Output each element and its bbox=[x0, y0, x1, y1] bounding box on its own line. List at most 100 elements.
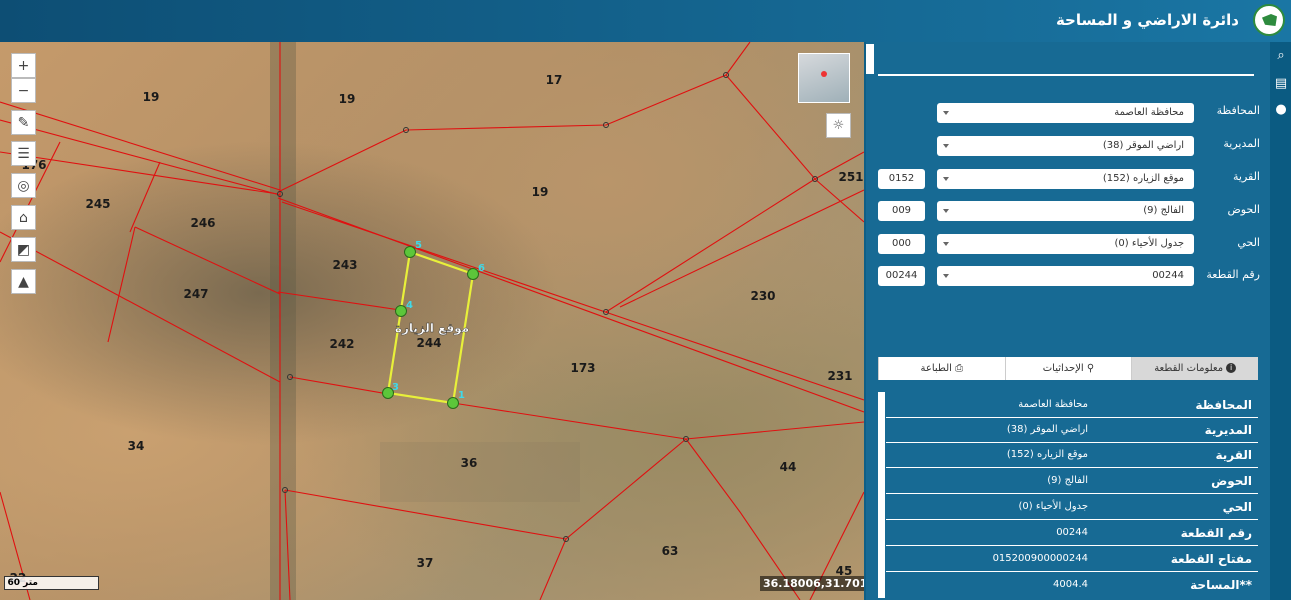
field-label-basin: الحوض bbox=[1227, 203, 1261, 216]
panel-divider bbox=[878, 74, 1254, 76]
parcel-number: 247 bbox=[183, 287, 208, 301]
info-key: رقم القطعة bbox=[1180, 526, 1252, 540]
overview-minimap[interactable] bbox=[798, 53, 850, 103]
info-row: رقم القطعة 00244 bbox=[886, 521, 1258, 546]
map-view[interactable]: 5 6 4 3 1 موقع الزيارة 19 19 17 176 245 … bbox=[0, 42, 864, 600]
neighborhood-select[interactable]: جدول الأحياء (0) bbox=[937, 234, 1194, 254]
directorate-select[interactable]: اراضي الموقر (38) bbox=[937, 136, 1194, 156]
parcel-number: 243 bbox=[332, 258, 357, 272]
pin-icon: ⚲ bbox=[1083, 363, 1095, 374]
info-value: الفالج (9) bbox=[1047, 475, 1088, 486]
draw-button[interactable]: ✎ bbox=[11, 110, 36, 135]
info-key: الحي bbox=[1222, 500, 1252, 514]
scale-bar: 60 متر bbox=[4, 576, 99, 590]
info-value: محافظة العاصمة bbox=[1018, 399, 1088, 410]
location-pin-icon[interactable]: ● bbox=[1273, 102, 1289, 118]
panel-scrollbar[interactable] bbox=[866, 44, 874, 74]
tab-coordinates[interactable]: ⚲ الإحداثيات bbox=[1004, 357, 1132, 380]
logo-icon bbox=[1253, 4, 1285, 36]
home-button[interactable]: ⌂ bbox=[11, 205, 36, 230]
parcel-number: 63 bbox=[662, 544, 679, 558]
info-key: المحافظة bbox=[1195, 398, 1252, 412]
village-code-input[interactable]: 0152 bbox=[878, 169, 925, 189]
info-key: مفتاح القطعة bbox=[1170, 552, 1252, 566]
info-value: 4004.4 bbox=[1053, 579, 1088, 590]
location-marker bbox=[821, 71, 827, 77]
parcel-code-input[interactable]: 00244 bbox=[878, 266, 925, 286]
info-value: جدول الأحياء (0) bbox=[1018, 501, 1089, 512]
info-key: القرية bbox=[1215, 448, 1252, 462]
parcel-number: 36 bbox=[461, 456, 478, 470]
info-tabs: iمعلومات القطعة ⚲ الإحداثيات ⎙ الطباعة bbox=[877, 357, 1258, 380]
app-title: دائرة الاراضي و المساحة bbox=[1055, 11, 1239, 29]
parcel-number: 19 bbox=[532, 185, 549, 199]
field-label-village: القرية bbox=[1232, 170, 1260, 183]
map-layers-icon[interactable]: ▤ bbox=[1273, 76, 1289, 92]
village-select[interactable]: موقع الزياره (152) bbox=[937, 169, 1194, 189]
info-value: 00244 bbox=[1056, 527, 1088, 538]
field-label-governorate: المحافظة bbox=[1216, 104, 1260, 117]
locate-button[interactable]: ◎ bbox=[11, 173, 36, 198]
chevron-down-icon bbox=[943, 242, 949, 246]
measure-button[interactable]: ☰ bbox=[11, 141, 36, 166]
basin-select[interactable]: الفالج (9) bbox=[937, 201, 1194, 221]
select-value: محافظة العاصمة bbox=[1114, 107, 1184, 118]
info-row: **المساحة 4004.4 bbox=[886, 573, 1258, 598]
parcel-number: 17 bbox=[546, 73, 563, 87]
field-label-directorate: المديرية bbox=[1223, 137, 1260, 150]
compass-button[interactable]: ▲ bbox=[11, 269, 36, 294]
vertex-label: 1 bbox=[458, 390, 465, 401]
field-label-neighborhood: الحي bbox=[1237, 236, 1260, 249]
chevron-down-icon bbox=[943, 209, 949, 213]
vertex-label: 6 bbox=[478, 263, 485, 274]
coordinate-readout: 36.18006,31.70139 bbox=[760, 576, 864, 591]
chevron-down-icon bbox=[943, 111, 949, 115]
select-value: موقع الزياره (152) bbox=[1102, 173, 1184, 184]
basemap-toggle-button[interactable]: ☼ bbox=[826, 113, 851, 138]
minus-icon: − bbox=[17, 82, 30, 99]
tab-parcel-info[interactable]: iمعلومات القطعة bbox=[1131, 357, 1258, 380]
vertex-label: 3 bbox=[392, 382, 399, 393]
parcel-number: 34 bbox=[128, 439, 145, 453]
locate-icon: ◎ bbox=[17, 177, 30, 194]
parcel-number: 244 bbox=[416, 336, 441, 350]
info-row: الحي جدول الأحياء (0) bbox=[886, 495, 1258, 520]
map-edit-button[interactable]: ◩ bbox=[11, 237, 36, 262]
info-scrollbar[interactable] bbox=[878, 392, 885, 598]
tab-label: الطباعة bbox=[920, 363, 952, 374]
chevron-down-icon bbox=[943, 274, 949, 278]
neighborhood-code-input[interactable]: 000 bbox=[878, 234, 925, 254]
search-icon[interactable]: ⌕ bbox=[1273, 48, 1289, 64]
info-row: مفتاح القطعة 015200900000244 bbox=[886, 547, 1258, 572]
parcel-number: 230 bbox=[750, 289, 775, 303]
tab-label: الإحداثيات bbox=[1042, 363, 1084, 374]
parcel-number: 246 bbox=[190, 216, 215, 230]
parcel-number: 44 bbox=[780, 460, 797, 474]
parcel-number: 19 bbox=[339, 92, 356, 106]
info-icon: i bbox=[1226, 363, 1237, 373]
side-rail: ⌕ ▤ ● bbox=[1270, 42, 1291, 600]
pencil-icon: ✎ bbox=[17, 114, 30, 131]
parcel-number: 242 bbox=[329, 337, 354, 351]
parcel-number-select[interactable]: 00244 bbox=[937, 266, 1194, 286]
plot-name-label: موقع الزيارة bbox=[395, 321, 469, 336]
tab-label: معلومات القطعة bbox=[1154, 363, 1224, 374]
zoom-in-button[interactable]: + bbox=[11, 53, 36, 78]
parcel-number: 37 bbox=[417, 556, 434, 570]
governorate-select[interactable]: محافظة العاصمة bbox=[937, 103, 1194, 123]
app-header: دائرة الاراضي و المساحة bbox=[0, 0, 1291, 42]
parcel-number: 251 bbox=[838, 170, 863, 184]
vertex-label: 4 bbox=[406, 300, 413, 311]
parcel-number: 231 bbox=[827, 369, 852, 383]
info-row: الحوض الفالج (9) bbox=[886, 469, 1258, 494]
info-value: موقع الزياره (152) bbox=[1006, 449, 1088, 460]
chevron-down-icon bbox=[943, 144, 949, 148]
compass-icon: ▲ bbox=[18, 273, 29, 290]
scale-label: 60 متر bbox=[7, 578, 38, 588]
tab-print[interactable]: ⎙ الطباعة bbox=[877, 357, 1005, 380]
parcel-number: 19 bbox=[143, 90, 160, 104]
plus-icon: + bbox=[17, 57, 30, 74]
basin-code-input[interactable]: 009 bbox=[878, 201, 925, 221]
zoom-out-button[interactable]: − bbox=[11, 78, 36, 103]
info-value: اراضي الموقر (38) bbox=[1006, 424, 1088, 435]
